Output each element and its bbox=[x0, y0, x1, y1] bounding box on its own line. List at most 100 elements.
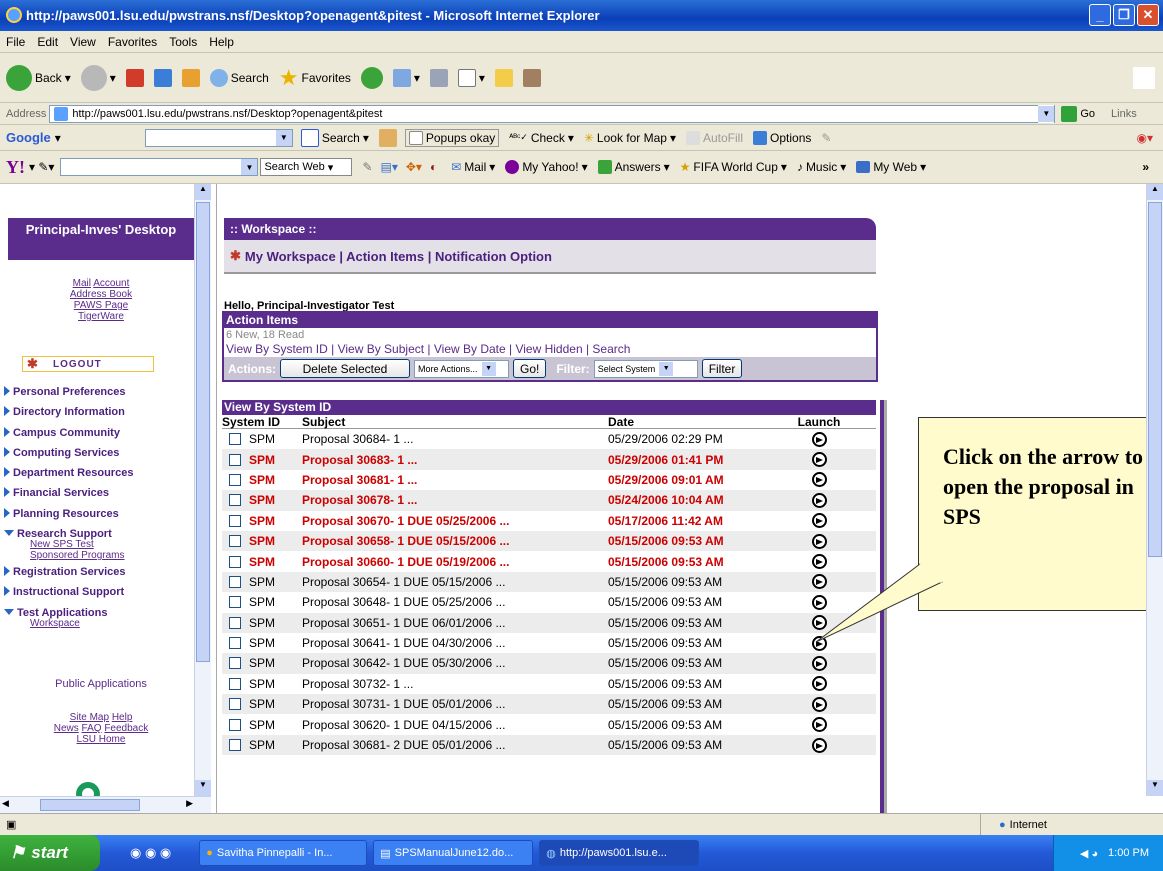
launch-arrow-icon[interactable] bbox=[811, 452, 827, 468]
taskbar-item-messenger[interactable]: ● Savitha Pinnepalli - In... bbox=[199, 840, 368, 866]
toolbar-overflow-icon[interactable]: » bbox=[1142, 160, 1149, 174]
subject-cell[interactable]: Proposal 30641- 1 DUE 04/30/2006 ... bbox=[302, 636, 608, 650]
mail-button[interactable]: ▾ bbox=[392, 68, 420, 87]
subject-cell[interactable]: Proposal 30683- 1 ... bbox=[302, 453, 608, 467]
faq-link[interactable]: FAQ bbox=[82, 723, 102, 734]
back-button[interactable]: Back ▾ bbox=[6, 64, 71, 91]
minimize-icon[interactable]: _ bbox=[1089, 4, 1111, 26]
row-checkbox[interactable] bbox=[229, 677, 241, 690]
logout-button[interactable]: ✱ LOGOUT bbox=[22, 356, 154, 372]
launch-arrow-icon[interactable] bbox=[811, 696, 827, 712]
nav-directory-information[interactable]: Directory Information bbox=[4, 404, 194, 424]
google-logo[interactable]: Google bbox=[6, 130, 51, 145]
go-button[interactable]: Go bbox=[1061, 105, 1095, 122]
paws-page-link[interactable]: PAWS Page bbox=[74, 300, 128, 311]
nav-financial-services[interactable]: Financial Services bbox=[4, 485, 194, 505]
subject-cell[interactable]: Proposal 30648- 1 DUE 05/25/2006 ... bbox=[302, 595, 608, 609]
scroll-thumb[interactable] bbox=[1148, 202, 1162, 557]
history-button[interactable] bbox=[360, 66, 383, 89]
nav-sponsored-programs[interactable]: Sponsored Programs bbox=[4, 550, 194, 564]
menu-favorites[interactable]: Favorites bbox=[108, 35, 157, 49]
row-checkbox[interactable] bbox=[229, 637, 241, 650]
nav-new-sps-test[interactable]: New SPS Test bbox=[4, 539, 194, 550]
subject-cell[interactable]: Proposal 30684- 1 ... bbox=[302, 432, 608, 446]
tigerware-link[interactable]: TigerWare bbox=[78, 311, 124, 322]
address-book-link[interactable]: Address Book bbox=[70, 289, 132, 300]
chevron-down-icon[interactable]: ▼ bbox=[1038, 105, 1055, 122]
subject-cell[interactable]: Proposal 30660- 1 DUE 05/19/2006 ... bbox=[302, 555, 608, 569]
row-checkbox[interactable] bbox=[229, 718, 241, 731]
main-frame-scrollbar[interactable]: ▲ ▼ bbox=[1146, 184, 1163, 796]
stop-button[interactable] bbox=[125, 68, 144, 87]
row-checkbox[interactable] bbox=[229, 657, 241, 670]
scroll-down-icon[interactable]: ▼ bbox=[195, 780, 211, 796]
launch-arrow-icon[interactable] bbox=[811, 717, 827, 733]
options-button[interactable]: Options bbox=[753, 130, 811, 145]
launch-arrow-icon[interactable] bbox=[811, 431, 827, 447]
sitesearch-icon[interactable] bbox=[378, 128, 397, 147]
feedback-link[interactable]: Feedback bbox=[104, 723, 148, 734]
view-links[interactable]: View By System ID | View By Subject | Vi… bbox=[224, 342, 876, 357]
left-frame-scrollbar[interactable]: ▲ ▼ bbox=[194, 184, 211, 796]
menu-file[interactable]: File bbox=[6, 35, 25, 49]
menu-edit[interactable]: Edit bbox=[37, 35, 58, 49]
menu-tools[interactable]: Tools bbox=[169, 35, 197, 49]
account-link[interactable]: Account bbox=[93, 278, 129, 289]
launch-arrow-icon[interactable] bbox=[811, 492, 827, 508]
subject-cell[interactable]: Proposal 30658- 1 DUE 05/15/2006 ... bbox=[302, 534, 608, 548]
research-button[interactable] bbox=[522, 68, 541, 87]
more-actions-select[interactable]: More Actions... ▼ bbox=[414, 359, 509, 378]
answers-button[interactable]: Answers ▾ bbox=[597, 160, 670, 174]
news-link[interactable]: News bbox=[54, 723, 79, 734]
row-checkbox[interactable] bbox=[229, 535, 241, 548]
forward-button[interactable]: ▾ bbox=[80, 64, 116, 91]
nav-department-resources[interactable]: Department Resources bbox=[4, 465, 194, 485]
my-yahoo-button[interactable]: My Yahoo! ▾ bbox=[505, 160, 588, 174]
antispy-icon[interactable]: ✥▾ bbox=[406, 160, 422, 174]
col-subject[interactable]: Subject bbox=[302, 415, 608, 429]
launch-arrow-icon[interactable] bbox=[811, 737, 827, 753]
subject-cell[interactable]: Proposal 30620- 1 DUE 04/15/2006 ... bbox=[302, 718, 608, 732]
hscroll-thumb[interactable] bbox=[40, 799, 140, 811]
subject-cell[interactable]: Proposal 30681- 1 ... bbox=[302, 473, 608, 487]
menu-view[interactable]: View bbox=[70, 35, 96, 49]
nav-registration-services[interactable]: Registration Services bbox=[4, 564, 194, 584]
spell-check-button[interactable]: ᴬᴮᶜ✓ Check ▾ bbox=[509, 131, 574, 145]
scroll-up-icon[interactable]: ▲ bbox=[195, 184, 211, 200]
nav-workspace[interactable]: Workspace bbox=[4, 618, 194, 629]
start-button[interactable]: ⚑ start bbox=[0, 835, 100, 871]
subject-cell[interactable]: Proposal 30654- 1 DUE 05/15/2006 ... bbox=[302, 575, 608, 589]
row-checkbox[interactable] bbox=[229, 739, 241, 752]
close-icon[interactable]: ✕ bbox=[1137, 4, 1159, 26]
links-label[interactable]: Links bbox=[1111, 108, 1137, 120]
refresh-button[interactable] bbox=[153, 68, 172, 87]
subject-cell[interactable]: Proposal 30731- 1 DUE 05/01/2006 ... bbox=[302, 697, 608, 711]
quick-launch-icons[interactable]: ◉ ◉ ◉ bbox=[130, 845, 171, 861]
nav-instructional-support[interactable]: Instructional Support bbox=[4, 584, 194, 604]
home-button[interactable] bbox=[181, 68, 200, 87]
address-input[interactable]: http://paws001.lsu.edu/pwstrans.nsf/Desk… bbox=[49, 104, 1056, 123]
taskbar-item-ie[interactable]: ◍ http://paws001.lsu.e... bbox=[539, 840, 700, 866]
scroll-up-icon[interactable]: ▲ bbox=[1147, 184, 1163, 200]
scroll-right-icon[interactable]: ▶ bbox=[186, 798, 193, 809]
mail-link[interactable]: Mail bbox=[73, 278, 91, 289]
subject-cell[interactable]: Proposal 30670- 1 DUE 05/25/2006 ... bbox=[302, 514, 608, 528]
row-checkbox[interactable] bbox=[229, 575, 241, 588]
search-web-button[interactable]: Search Web ▾ bbox=[260, 158, 353, 176]
row-checkbox[interactable] bbox=[229, 473, 241, 486]
tray-icons[interactable]: ◀ ◕ bbox=[1080, 847, 1098, 860]
scroll-thumb[interactable] bbox=[196, 202, 210, 662]
look-for-map-button[interactable]: ✳ Look for Map ▾ bbox=[584, 131, 676, 145]
left-frame-hscrollbar[interactable]: ◀ ▶ bbox=[0, 796, 211, 813]
maximize-icon[interactable]: ❐ bbox=[1113, 4, 1135, 26]
nav-campus-community[interactable]: Campus Community bbox=[4, 425, 194, 445]
subject-cell[interactable]: Proposal 30732- 1 ... bbox=[302, 677, 608, 691]
headphone-icon[interactable]: ◐ bbox=[430, 160, 437, 174]
nav-test-applications[interactable]: Test Applications bbox=[4, 605, 194, 619]
go-button[interactable]: Go! bbox=[513, 359, 547, 378]
folder-button[interactable] bbox=[494, 68, 513, 87]
row-checkbox[interactable] bbox=[229, 433, 241, 446]
scroll-down-icon[interactable]: ▼ bbox=[1147, 780, 1163, 796]
nav-planning-resources[interactable]: Planning Resources bbox=[4, 506, 194, 526]
yahoo-search-input[interactable]: ▼ bbox=[60, 158, 259, 176]
